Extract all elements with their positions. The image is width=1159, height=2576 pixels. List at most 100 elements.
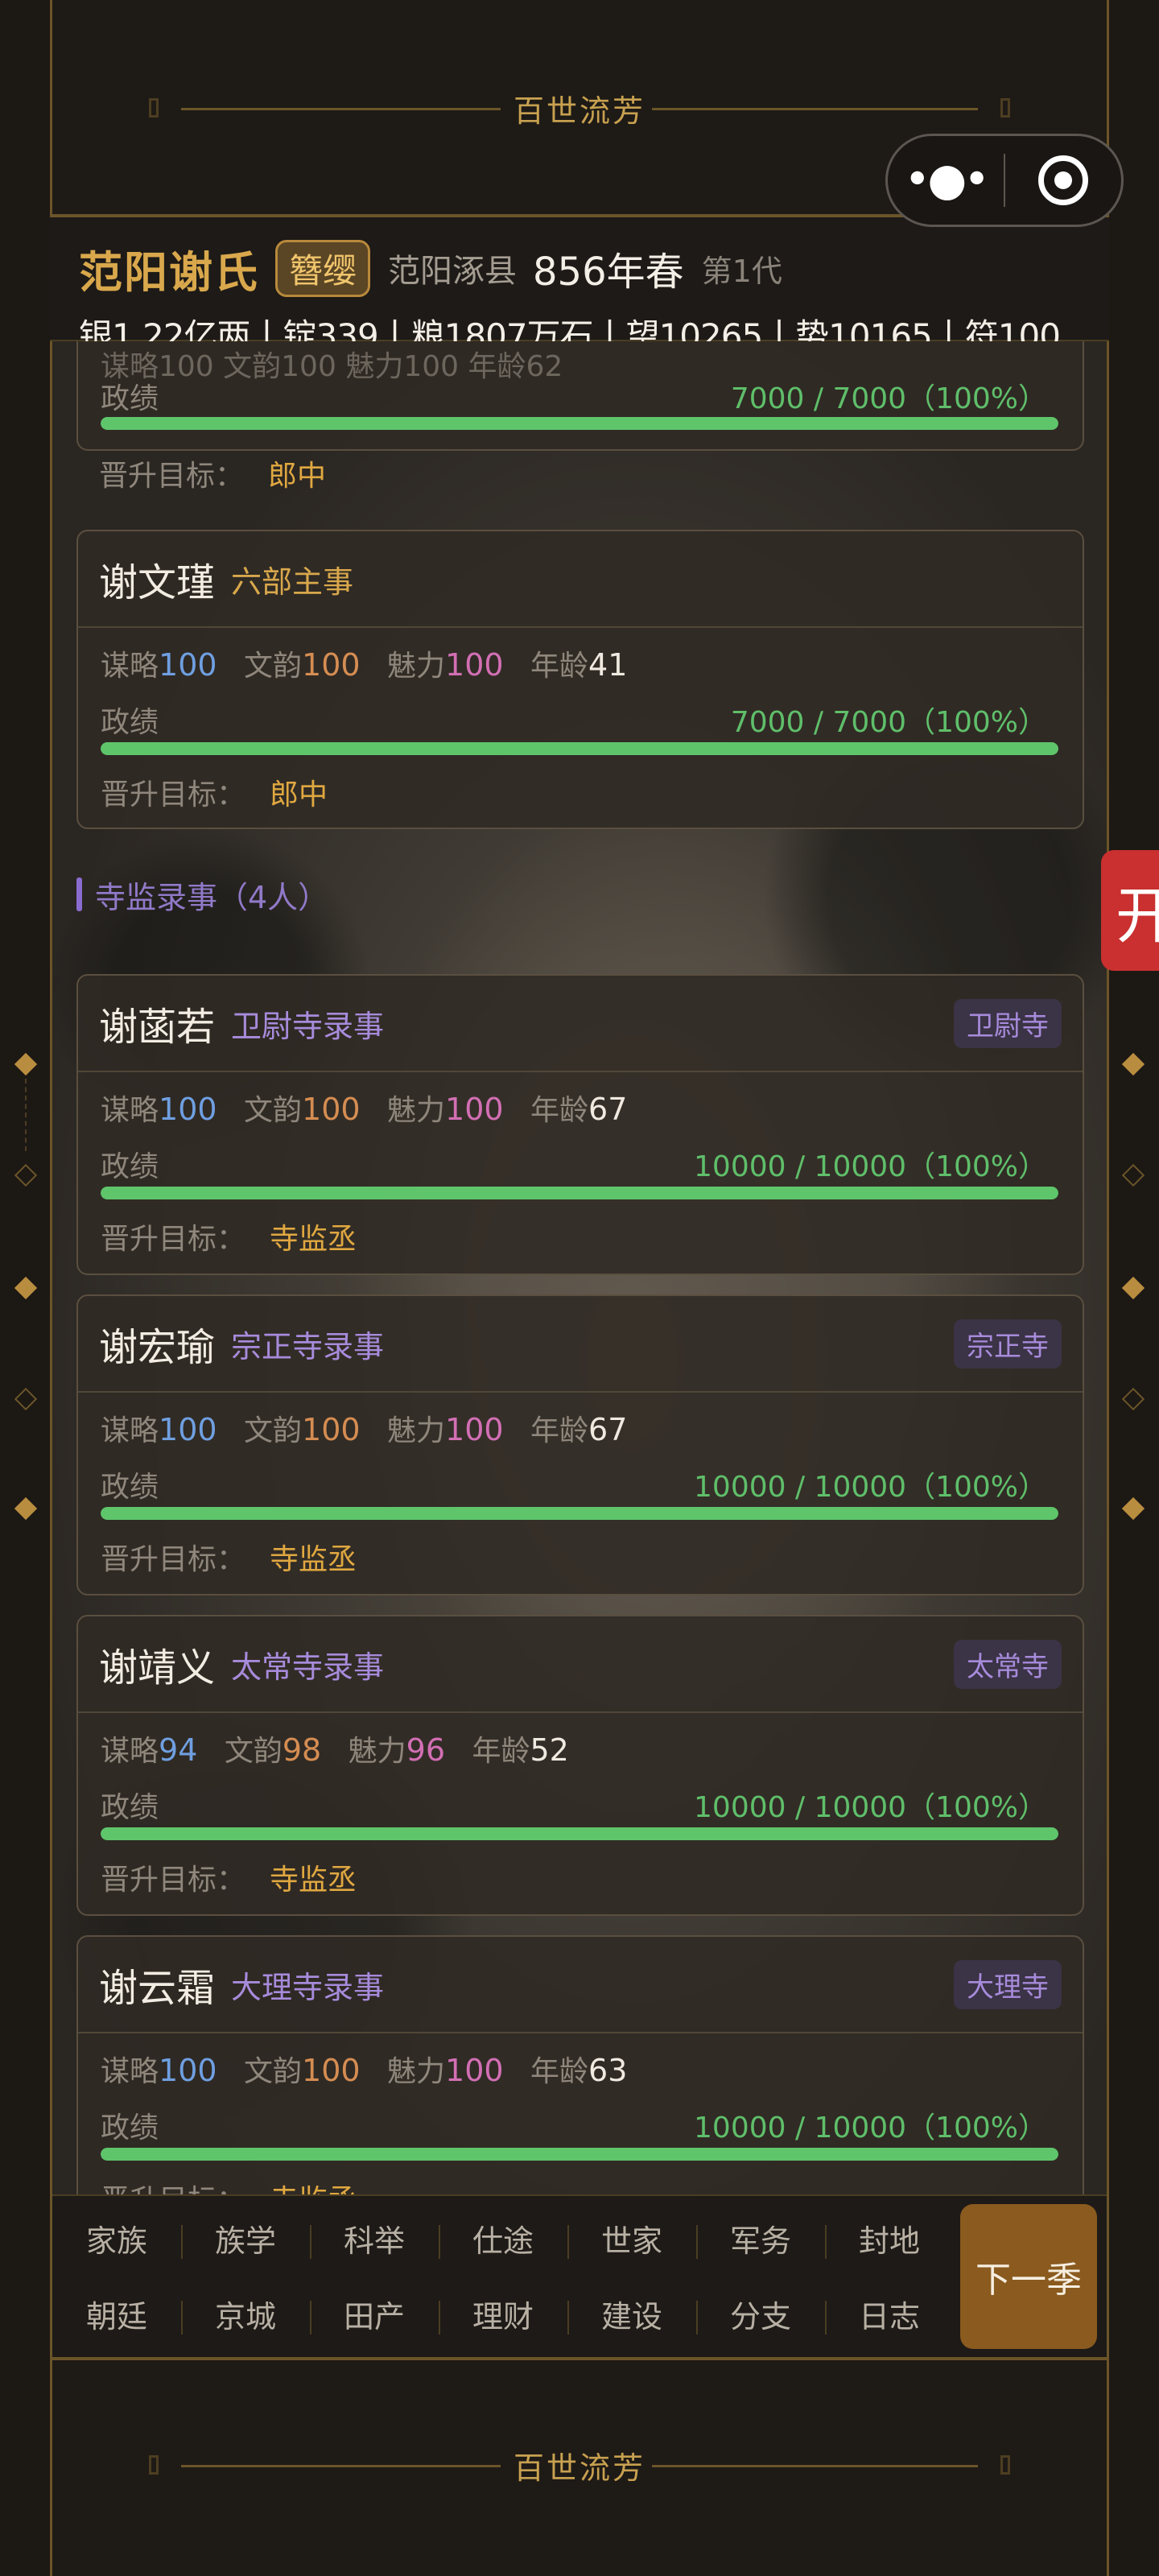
performance-value: 10000 / 10000（100%）: [694, 1791, 1047, 1824]
nav-item[interactable]: 家族: [52, 2219, 181, 2264]
official-name: 谢宏瑜: [99, 1325, 216, 1370]
strategy-value: 100: [159, 647, 217, 683]
nav-item[interactable]: 田产: [310, 2294, 439, 2339]
promotion-label: 晋升目标：: [101, 778, 246, 811]
section-header[interactable]: 寺监录事（4人）: [76, 874, 328, 915]
literature-label: 文韵: [244, 650, 303, 683]
nav-item[interactable]: 封地: [825, 2219, 954, 2264]
diamond-ornament: [14, 1052, 38, 1076]
strategy-value: 100: [159, 1412, 217, 1447]
age-label: 年龄: [530, 1414, 589, 1447]
diamond-ornament: [1121, 1163, 1145, 1187]
official-name: 谢菡若: [99, 1005, 216, 1050]
nav-item[interactable]: 京城: [181, 2294, 310, 2339]
age-label: 年龄: [530, 1094, 589, 1127]
performance-value: 10000 / 10000（100%）: [694, 1471, 1047, 1504]
promotion-target: 寺监丞: [270, 2184, 357, 2194]
bottom-banner: 百世流芳: [52, 2441, 1107, 2489]
official-name: 谢靖义: [99, 1645, 216, 1690]
charm-label: 魅力: [387, 650, 446, 683]
charm-value: 100: [445, 1412, 504, 1447]
clan-rank-badge[interactable]: 簪缨: [275, 239, 371, 297]
age-value: 41: [588, 647, 628, 683]
performance-bar-fill: [101, 417, 1058, 430]
official-card[interactable]: 谢宏瑜 宗正寺录事 宗正寺 谋略100 文韵100 魅力100 年龄67 政绩 …: [76, 1294, 1084, 1596]
banner-line-left: [181, 108, 507, 110]
department-tag[interactable]: 卫尉寺: [954, 998, 1062, 1048]
charm-label: 魅力: [387, 1094, 446, 1127]
charm-label: 魅力: [387, 2055, 446, 2088]
promotion-target: 郎中: [268, 460, 327, 493]
nav-item[interactable]: 科举: [310, 2219, 439, 2264]
promotion-row: 晋升目标： 寺监丞: [101, 2177, 357, 2194]
bottom-navigation: 家族 族学 科举 仕途 世家 军务 封地 朝廷 京城 田产 理财 建设 分支 日志 下一季: [52, 2194, 1107, 2360]
stats-row: 谋略94 文韵98 魅力96 年龄52: [101, 1728, 587, 1769]
literature-value: 100: [302, 647, 361, 683]
card-header: 谢靖义 太常寺录事 太常寺: [78, 1616, 1083, 1713]
banner-line-left: [181, 2465, 507, 2467]
official-name: 谢文瑾: [99, 560, 216, 605]
official-card[interactable]: 谢云霜 大理寺录事 大理寺 谋略100 文韵100 魅力100 年龄63 政绩 …: [76, 1935, 1084, 2194]
nav-item[interactable]: 建设: [567, 2294, 696, 2339]
performance-bar-fill: [101, 1507, 1058, 1520]
side-tab-button[interactable]: 开: [1101, 850, 1159, 971]
nav-item[interactable]: 世家: [567, 2219, 696, 2264]
more-icon[interactable]: •●•: [888, 158, 1004, 203]
official-title: 六部主事: [231, 564, 354, 600]
charm-value: 100: [445, 1092, 504, 1127]
department-tag[interactable]: 宗正寺: [954, 1319, 1062, 1368]
age-value: 67: [588, 1412, 628, 1447]
diamond-ornament: [14, 1387, 38, 1411]
nav-item[interactable]: 分支: [696, 2294, 825, 2339]
banner-cap-left: [149, 2455, 159, 2475]
close-target-icon[interactable]: [1005, 155, 1121, 205]
literature-value: 100: [302, 1412, 361, 1447]
promotion-target: 寺监丞: [270, 1543, 357, 1576]
charm-value: 100: [445, 647, 504, 683]
nav-item[interactable]: 朝廷: [52, 2294, 181, 2339]
literature-label: 文韵: [244, 2055, 303, 2088]
official-title: 大理寺录事: [231, 1969, 385, 2005]
performance-bar: [101, 2148, 1058, 2161]
section-marker: [76, 877, 82, 911]
official-card[interactable]: 谢靖义 太常寺录事 太常寺 谋略94 文韵98 魅力96 年龄52 政绩 100…: [76, 1615, 1084, 1916]
nav-row-2: 朝廷 京城 田产 理财 建设 分支 日志: [52, 2294, 959, 2339]
stats-row: 谋略100 文韵100 魅力100 年龄41: [101, 642, 645, 684]
official-card[interactable]: 谢文瑾 六部主事 谋略100 文韵100 魅力100 年龄41 政绩 7000 …: [76, 530, 1084, 829]
department-tag[interactable]: 大理寺: [954, 1959, 1062, 2009]
literature-label: 文韵: [224, 1735, 283, 1768]
nav-item[interactable]: 族学: [181, 2219, 310, 2264]
official-card-partial[interactable]: 谋略100 文韵100 魅力100 年龄62 政绩 7000 / 7000（10…: [76, 341, 1084, 451]
banner-line-right: [652, 2465, 978, 2467]
banner-line-right: [652, 108, 978, 110]
nav-item[interactable]: 理财: [439, 2294, 567, 2339]
promotion-label: 晋升目标：: [101, 1223, 246, 1256]
strategy-label: 谋略: [101, 650, 159, 683]
dashed-line: [25, 1079, 27, 1151]
card-header: 谢文瑾 六部主事: [78, 531, 1083, 628]
nav-item[interactable]: 仕途: [439, 2219, 567, 2264]
clan-header: 范阳谢氏 簪缨 范阳涿县 856年春 第1代 银1.22亿两丨锭339丨粮180…: [50, 214, 1109, 356]
department-tag[interactable]: 太常寺: [954, 1639, 1062, 1689]
promotion-label: 晋升目标：: [101, 1543, 246, 1576]
age-label: 年龄: [530, 2055, 589, 2088]
diamond-ornament: [1121, 1052, 1145, 1076]
diamond-ornament: [14, 1163, 38, 1187]
performance-value: 7000 / 7000（100%）: [730, 382, 1047, 415]
nav-item[interactable]: 日志: [825, 2294, 954, 2339]
literature-value: 98: [282, 1732, 322, 1768]
diamond-ornament: [1121, 1276, 1145, 1300]
clan-name: 范阳谢氏: [79, 246, 259, 298]
clan-location: 范阳涿县: [388, 253, 518, 290]
next-season-button[interactable]: 下一季: [960, 2204, 1097, 2349]
age-label: 年龄: [530, 650, 589, 683]
strategy-value: 100: [159, 2053, 217, 2088]
official-card[interactable]: 谢菡若 卫尉寺录事 卫尉寺 谋略100 文韵100 魅力100 年龄67 政绩 …: [76, 974, 1084, 1275]
nav-item[interactable]: 军务: [696, 2219, 825, 2264]
charm-value: 96: [406, 1732, 446, 1768]
promotion-row: 晋升目标： 寺监丞: [101, 1856, 357, 1898]
performance-label: 政绩: [101, 1150, 159, 1183]
officials-list[interactable]: 谋略100 文韵100 魅力100 年龄62 政绩 7000 / 7000（10…: [52, 341, 1107, 2194]
literature-value: 100: [302, 2053, 361, 2088]
performance-bar: [101, 1187, 1058, 1199]
